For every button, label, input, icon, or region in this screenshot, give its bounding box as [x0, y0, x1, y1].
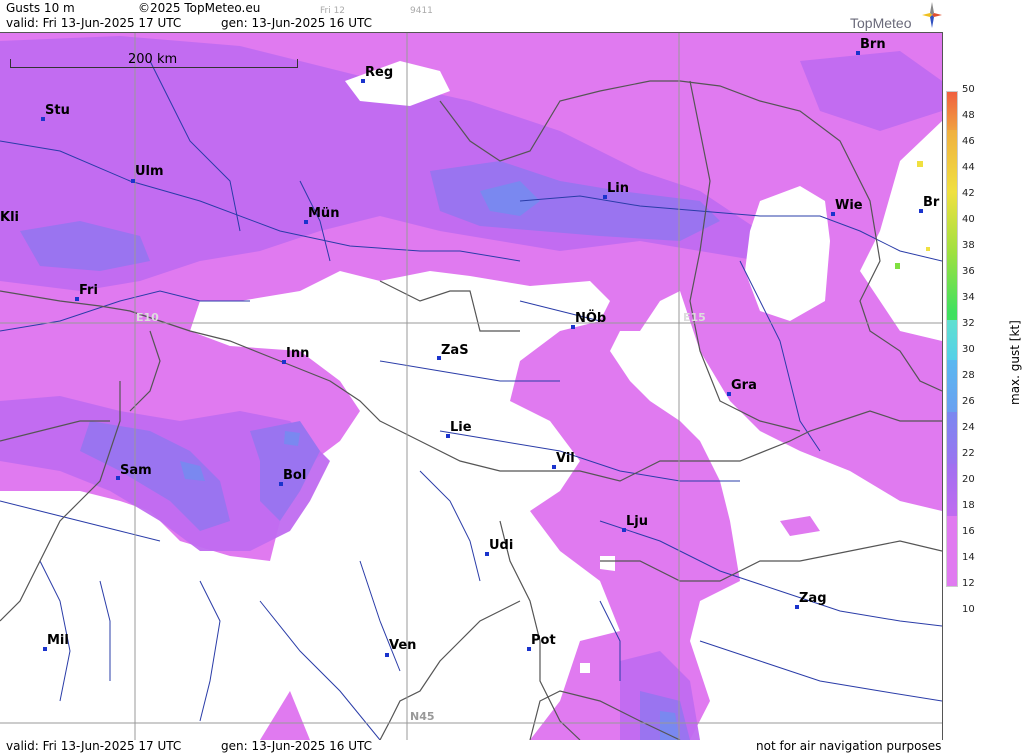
compass-icon: [922, 2, 942, 28]
legend-tick: 26: [962, 396, 975, 407]
legend-tick: 50: [962, 84, 975, 95]
gust-field: [0, 33, 942, 740]
city-label-nob: NÖb: [571, 311, 606, 329]
city-label-br: Br: [919, 195, 939, 213]
grid-label-e15: E15: [683, 311, 706, 324]
city-label-vil: Vil: [552, 451, 575, 469]
city-label-udi: Udi: [485, 538, 513, 556]
city-label-stu: Stu: [41, 103, 70, 121]
brand-name: TopMeteo: [850, 15, 912, 31]
city-label-lju: Lju: [622, 514, 648, 532]
scale-label: 200 km: [128, 52, 178, 67]
valid-time: valid: Fri 13-Jun-2025 17 UTC: [6, 16, 182, 30]
city-label-ven: Ven: [385, 638, 416, 657]
city-label-sam: Sam: [116, 463, 152, 480]
copyright: ©2025 TopMeteo.eu: [138, 1, 261, 15]
footer-valid-time: valid: Fri 13-Jun-2025 17 UTC: [6, 739, 182, 753]
legend-tick: 38: [962, 240, 975, 251]
legend-tick: 30: [962, 344, 975, 355]
chart-title: Gusts 10 m: [6, 1, 75, 15]
legend-colorbar: [946, 91, 958, 587]
legend-tick: 24: [962, 422, 975, 433]
legend-tick: 14: [962, 552, 975, 563]
grid-label-e10: E10: [136, 311, 159, 324]
legend-tick: 48: [962, 110, 975, 121]
footer-disclaimer: not for air navigation purposes: [756, 739, 942, 753]
city-label-lin: Lin: [603, 181, 629, 199]
city-label-kli: Kli: [0, 210, 19, 225]
legend-tick: 44: [962, 162, 975, 173]
city-label-fri: Fri: [75, 283, 98, 301]
city-label-bol: Bol: [279, 468, 306, 486]
legend-tick: 20: [962, 474, 975, 485]
city-label-pot: Pot: [527, 633, 556, 651]
grid-label-n45: N45: [410, 710, 435, 723]
gust-map[interactable]: 200 km E10 E15 N45 Brn Reg Stu Ulm Lin K…: [0, 32, 943, 740]
legend-tick: 40: [962, 214, 975, 225]
legend-tick: 22: [962, 448, 975, 459]
legend-tick: 12: [962, 578, 975, 589]
city-label-zas: ZaS: [437, 343, 469, 360]
small-code: 9411: [410, 6, 433, 16]
city-label-inn: Inn: [282, 346, 309, 364]
gen-time: gen: 13-Jun-2025 16 UTC: [221, 16, 373, 30]
legend-tick: 28: [962, 370, 975, 381]
legend-tick: 18: [962, 500, 975, 511]
city-label-reg: Reg: [361, 65, 393, 83]
legend-tick: 42: [962, 188, 975, 199]
city-label-wie: Wie: [831, 198, 863, 216]
city-label-gra: Gra: [727, 378, 757, 396]
legend-tick: 16: [962, 526, 975, 537]
city-label-mil: Mil: [43, 633, 69, 651]
brand-logo: TopMeteo: [848, 2, 942, 32]
legend-tick: 36: [962, 266, 975, 277]
legend-tick: 46: [962, 136, 975, 147]
city-label-ulm: Ulm: [131, 164, 164, 183]
scale-bar: 200 km: [10, 52, 298, 69]
footer-gen-time: gen: 13-Jun-2025 16 UTC: [221, 739, 373, 753]
city-label-zag: Zag: [795, 591, 827, 609]
legend-label: max. gust [kt]: [1008, 320, 1022, 405]
city-label-lie: Lie: [446, 420, 472, 438]
legend-tick: 10: [962, 604, 975, 615]
city-label-brn: Brn: [856, 37, 886, 55]
city-label-mun: Mün: [304, 206, 339, 224]
legend-tick: 32: [962, 318, 975, 329]
legend-tick: 34: [962, 292, 975, 303]
